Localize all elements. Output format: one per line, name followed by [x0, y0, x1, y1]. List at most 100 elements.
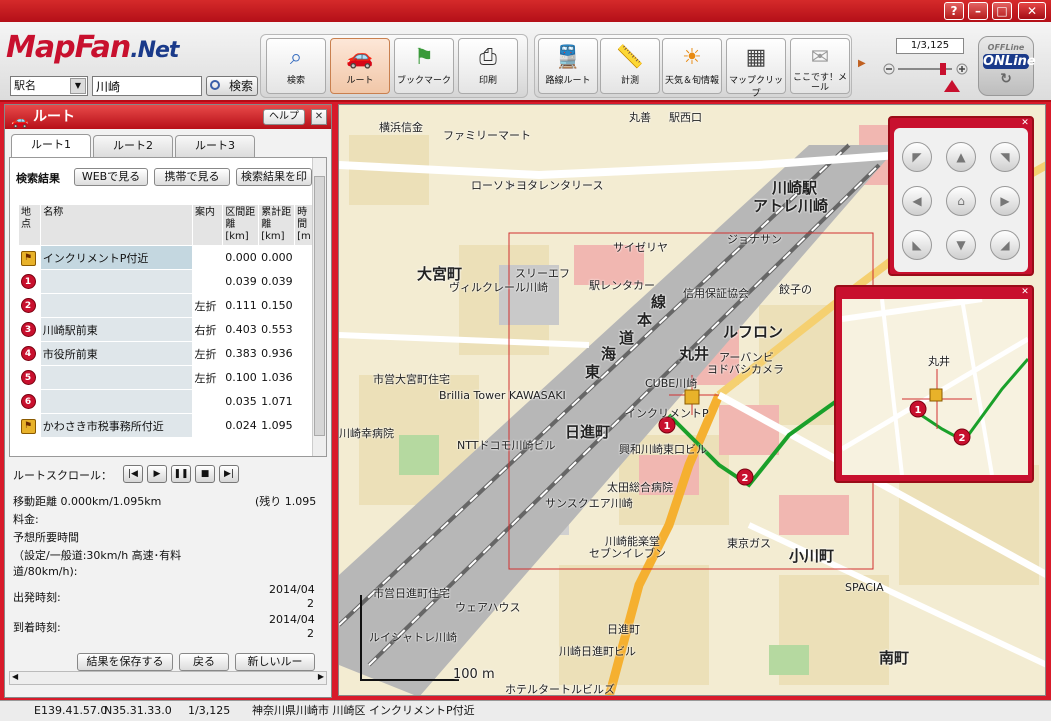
map-label: インクリメントP	[625, 407, 709, 420]
close-icon[interactable]: ✕	[1020, 118, 1030, 128]
table-row[interactable]: ⚑ かわさき市税事務所付近 0.024 1.095	[18, 413, 314, 438]
point-cell: ⚑	[18, 413, 41, 438]
map-label: ルイシャトレ川崎	[369, 631, 457, 644]
table-row[interactable]: 5 左折 0.100 1.036	[18, 365, 314, 390]
table-row[interactable]: 2 左折 0.111 0.150	[18, 293, 314, 318]
vertical-scrollbar[interactable]	[312, 158, 326, 456]
overview-map-panel: ✕ 1 2 丸井	[834, 285, 1034, 483]
time-cell	[294, 341, 314, 366]
table-row[interactable]: 6 0.035 1.071	[18, 389, 314, 414]
pan-up-button[interactable]: ▲	[946, 142, 976, 172]
guide-cell: 右折	[192, 317, 223, 342]
search-type-select[interactable]: 駅名 ▼	[10, 76, 88, 96]
cumulative-cell: 1.071	[258, 389, 295, 414]
flag-icon: ⚑	[20, 250, 36, 266]
longitude-readout: E139.41.57.0	[34, 704, 108, 717]
map-label: 信用保証協会	[683, 287, 749, 300]
point-cell: 1	[18, 269, 41, 294]
route-point-marker: 3	[20, 322, 36, 337]
skip-end-button[interactable]: ▶|	[219, 465, 239, 483]
map-label: トヨタレンタリース	[505, 179, 604, 192]
scroll-right-icon[interactable]: ▶	[318, 672, 324, 681]
pan-left-button[interactable]: ◀	[902, 186, 932, 216]
help-button[interactable]: ヘルプ	[263, 109, 305, 125]
search-input[interactable]	[92, 76, 202, 96]
train-route-button[interactable]: 🚆 路線ルート	[538, 38, 598, 94]
maximize-button[interactable]: □	[992, 2, 1012, 20]
tab-route-1[interactable]: ルート1	[11, 134, 91, 158]
route-table: 地点 名称 案内 区間距離[km] 累計距離[km] 時間[m ⚑ インクリメント…	[17, 204, 314, 438]
cumulative-cell: 0.553	[258, 317, 295, 342]
route-result-area: 検索結果 WEBで見る 携帯で見る 検索結果を印 地点 名称 案内 区間距離[k…	[9, 157, 327, 457]
refresh-icon: ↻	[1000, 71, 1012, 87]
name-cell	[40, 293, 193, 318]
pan-down-left-button[interactable]: ◣	[902, 230, 932, 260]
print-result-button[interactable]: 検索結果を印	[236, 168, 312, 186]
scroll-left-icon[interactable]: ◀	[12, 672, 18, 681]
play-button[interactable]: ▶	[147, 465, 167, 483]
map-label: 日進町	[607, 623, 640, 636]
title-bar: ? – □ ✕	[0, 0, 1051, 22]
view-web-button[interactable]: WEBで見る	[74, 168, 148, 186]
car-icon: 🚗	[11, 113, 29, 129]
view-mobile-button[interactable]: 携帯で見る	[154, 168, 230, 186]
tab-route-2[interactable]: ルート2	[93, 135, 173, 157]
cumulative-cell: 1.036	[258, 365, 295, 390]
map-label: Brillia Tower KAWASAKI	[439, 389, 566, 402]
svg-text:1: 1	[664, 421, 671, 432]
segment-cell: 0.039	[222, 269, 259, 294]
back-button[interactable]: 戻る	[179, 653, 229, 671]
mail-button[interactable]: ✉ ここです！メール	[790, 38, 850, 94]
new-route-button[interactable]: 新しいルー	[235, 653, 315, 671]
toolbar-expand-icon[interactable]: ▶	[858, 58, 866, 69]
pan-up-left-button[interactable]: ◤	[902, 142, 932, 172]
horizontal-scrollbar[interactable]: ◀ ▶	[9, 671, 327, 685]
table-row[interactable]: ⚑ インクリメントP付近 0.000 0.000	[18, 245, 314, 270]
pan-down-right-button[interactable]: ◢	[990, 230, 1020, 260]
map-label: ヴィルクレール川崎	[449, 281, 548, 294]
help-window-button[interactable]: ?	[944, 2, 964, 20]
weather-button[interactable]: ☀ 天気＆旬情報	[662, 38, 722, 94]
online-toggle[interactable]: OFFLine ONLine ↻	[978, 36, 1036, 96]
map-label: ジョナサン	[727, 233, 782, 246]
map-label: 駅西口	[669, 111, 702, 124]
map-label: サイゼリヤ	[613, 241, 668, 254]
map-label: 日進町	[565, 423, 611, 441]
map-label: 南町	[879, 649, 910, 667]
route-panel-header: 🚗 ルート ヘルプ ✕	[5, 105, 331, 129]
stop-button[interactable]: ■	[195, 465, 215, 483]
pan-up-right-button[interactable]: ◥	[990, 142, 1020, 172]
measure-button[interactable]: 📏 計測	[600, 38, 660, 94]
overview-map[interactable]: 1 2 丸井	[842, 299, 1028, 475]
print-tool-button[interactable]: ⎙ 印刷	[458, 38, 518, 94]
map-label: サンスクエア川崎	[545, 497, 633, 510]
save-result-button[interactable]: 結果を保存する	[77, 653, 173, 671]
map-label: 川崎幸病院	[339, 427, 394, 440]
minimize-button[interactable]: –	[968, 2, 988, 20]
route-tool-button[interactable]: 🚗 ルート	[330, 38, 390, 94]
close-icon[interactable]: ✕	[1020, 287, 1030, 297]
tab-route-3[interactable]: ルート3	[175, 135, 255, 157]
col-guide: 案内	[191, 204, 224, 246]
map-label: 東	[585, 363, 601, 381]
zoom-slider[interactable]	[882, 62, 972, 76]
pan-right-button[interactable]: ▶	[990, 186, 1020, 216]
table-row[interactable]: 1 0.039 0.039	[18, 269, 314, 294]
name-cell: インクリメントP付近	[40, 245, 193, 270]
scroll-thumb[interactable]	[314, 176, 325, 436]
bookmark-tool-button[interactable]: ⚑ ブックマーク	[394, 38, 454, 94]
map-clip-button[interactable]: ▦ マップクリップ	[726, 38, 786, 99]
pause-button[interactable]: ❚❚	[171, 465, 191, 483]
skip-start-button[interactable]: |◀	[123, 465, 143, 483]
close-panel-button[interactable]: ✕	[311, 109, 327, 125]
pan-down-button[interactable]: ▼	[946, 230, 976, 260]
close-window-button[interactable]: ✕	[1018, 2, 1046, 20]
search-tool-button[interactable]: ⌕ 検索	[266, 38, 326, 94]
table-row[interactable]: 4 市役所前東 左折 0.383 0.936	[18, 341, 314, 366]
table-row[interactable]: 3 川崎駅前東 右折 0.403 0.553	[18, 317, 314, 342]
search-button[interactable]: 検索	[206, 76, 258, 96]
guide-cell: 左折	[192, 365, 223, 390]
search-icon	[210, 80, 220, 90]
home-button[interactable]: ⌂	[946, 186, 976, 216]
map-label: 本	[637, 311, 653, 329]
